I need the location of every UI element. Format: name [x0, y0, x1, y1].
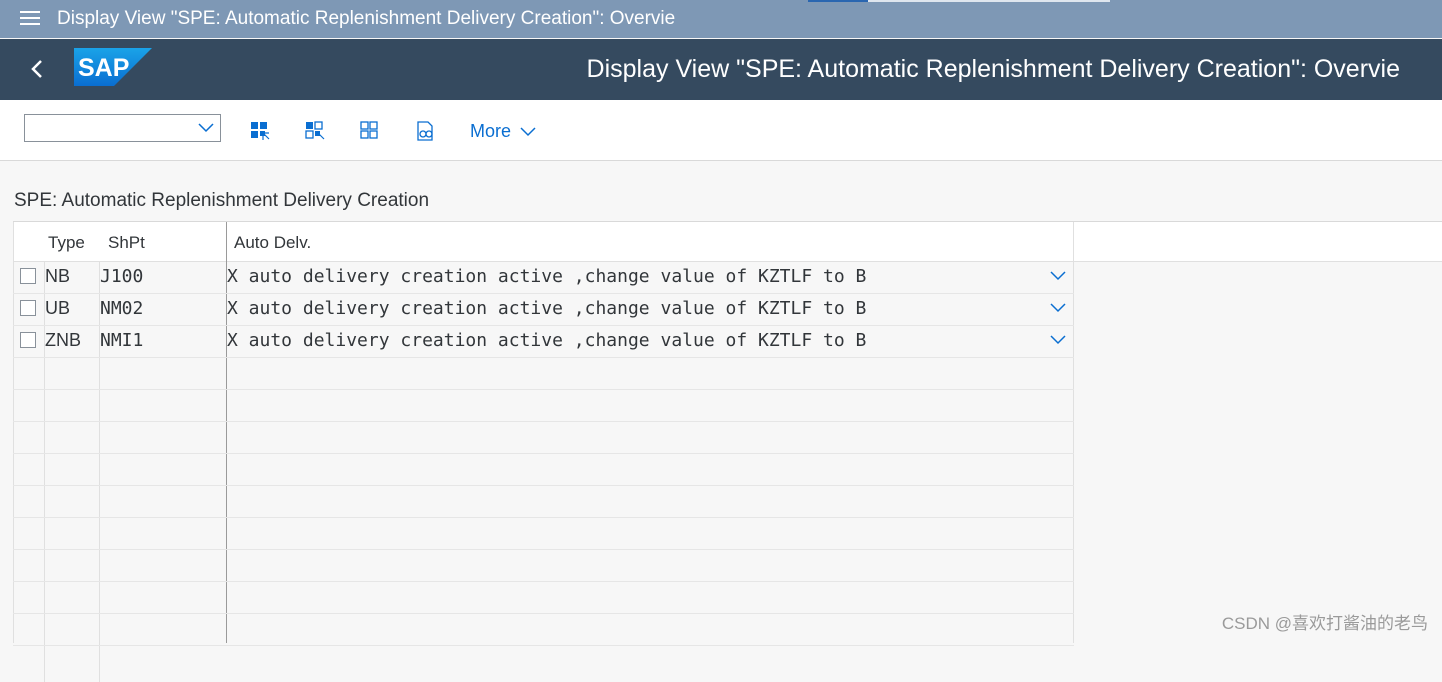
empty-row	[13, 485, 1074, 518]
back-icon[interactable]	[26, 57, 50, 81]
sap-logo: SAP	[74, 48, 152, 86]
row-select-checkbox[interactable]	[20, 300, 36, 316]
window-title: Display View "SPE: Automatic Replenishme…	[57, 8, 676, 29]
cell-auto-delv[interactable]: X auto delivery creation active ,change …	[227, 298, 866, 319]
titlebar-accent-light	[868, 0, 1110, 2]
column-header-shpt[interactable]: ShPt	[108, 233, 145, 253]
cell-shpt: J100	[100, 266, 144, 287]
page-title: Display View "SPE: Automatic Replenishme…	[586, 55, 1400, 83]
cell-shpt: NMI1	[100, 330, 144, 351]
titlebar-accent	[808, 0, 868, 2]
cell-auto-delv[interactable]: X auto delivery creation active ,change …	[227, 330, 866, 351]
select-block-icon[interactable]	[304, 120, 326, 142]
dropdown-chevron-icon[interactable]	[1050, 271, 1066, 281]
row-select-checkbox[interactable]	[20, 332, 36, 348]
cell-type: ZNB	[45, 330, 81, 350]
table-row[interactable]: UB NM02 X auto delivery creation active …	[13, 293, 1074, 326]
variant-select[interactable]	[24, 114, 221, 142]
section-title: SPE: Automatic Replenishment Delivery Cr…	[14, 190, 430, 211]
deselect-all-icon[interactable]	[359, 120, 381, 142]
chevron-down-icon	[198, 123, 214, 133]
empty-row	[13, 421, 1074, 454]
chevron-down-icon	[520, 127, 536, 137]
column-header-type[interactable]: Type	[48, 233, 85, 253]
hamburger-menu-icon[interactable]	[20, 11, 40, 27]
window-titlebar: Display View "SPE: Automatic Replenishme…	[0, 0, 1442, 38]
empty-row	[13, 581, 1074, 614]
empty-row	[13, 549, 1074, 582]
table-row[interactable]: ZNB NMI1 X auto delivery creation active…	[13, 325, 1074, 358]
shell-bar: SAP Display View "SPE: Automatic Repleni…	[0, 39, 1442, 100]
cell-shpt: NM02	[100, 298, 144, 319]
column-header-auto-delv[interactable]: Auto Delv.	[234, 233, 311, 253]
empty-row	[13, 517, 1074, 550]
empty-row	[13, 357, 1074, 390]
table-row[interactable]: NB J100 X auto delivery creation active …	[13, 261, 1074, 294]
dropdown-chevron-icon[interactable]	[1050, 303, 1066, 313]
cell-type: UB	[45, 298, 71, 318]
print-preview-icon[interactable]	[414, 120, 436, 142]
row-select-checkbox[interactable]	[20, 268, 36, 284]
empty-row	[13, 453, 1074, 486]
watermark: CSDN @喜欢打酱油的老鸟	[1221, 614, 1428, 633]
empty-row	[13, 613, 1074, 646]
cell-auto-delv[interactable]: X auto delivery creation active ,change …	[227, 266, 866, 287]
data-table: Type ShPt Auto Delv. NB J100 X auto deli…	[13, 221, 1442, 682]
toolbar: More	[0, 100, 1442, 161]
dropdown-chevron-icon[interactable]	[1050, 335, 1066, 345]
cell-type: NB	[45, 266, 71, 286]
more-button[interactable]: More	[470, 121, 536, 142]
svg-text:SAP: SAP	[78, 54, 129, 82]
more-label: More	[470, 121, 512, 141]
select-all-icon[interactable]	[249, 120, 271, 142]
empty-row	[13, 389, 1074, 422]
table-header: Type ShPt Auto Delv.	[13, 222, 1442, 262]
